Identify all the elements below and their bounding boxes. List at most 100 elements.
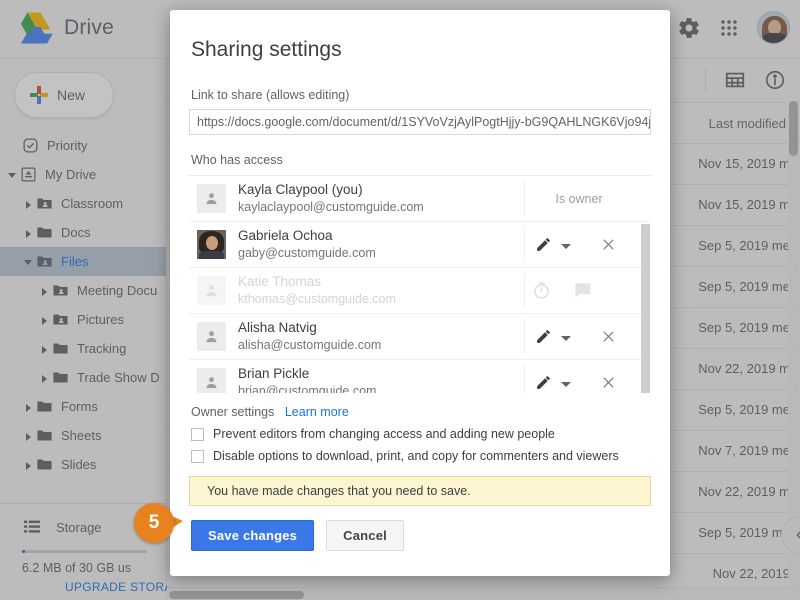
checkbox-label: Prevent editors from changing access and… [213,427,555,441]
sidebar-item-label: Forms [61,399,98,414]
view-controls [705,68,786,92]
chevron-right-icon[interactable] [22,198,34,210]
checkbox-row-disable-download[interactable]: Disable options to download, print, and … [191,449,670,463]
header-actions [677,11,790,44]
sidebar-item-label: Trade Show D [77,370,160,385]
person-info: Gabriela Ochoa gaby@customguide.com [238,228,531,261]
list-item[interactable]: Brian Pickle brian@customguide.com [189,360,651,393]
drive-brand[interactable]: Drive [14,10,114,46]
row-date: Sep 5, 2019 me [698,402,790,417]
chevron-right-icon[interactable] [22,227,34,239]
vertical-scrollbar[interactable] [788,100,799,586]
sidebar-item-my-drive[interactable]: My Drive [0,160,166,189]
person-icon [197,368,226,393]
grid-view-icon[interactable] [724,69,746,91]
person-info: Brian Pickle brian@customguide.com [238,366,531,393]
close-icon[interactable] [597,234,619,256]
person-info: Kayla Claypool (you) kaylaclaypool@custo… [238,182,533,215]
shared-folder-icon [53,285,68,296]
folder-icon [37,401,52,412]
sidebar-item-pictures[interactable]: Pictures [0,305,166,334]
shared-folder-icon [37,198,52,209]
sidebar-item-tracking[interactable]: Tracking [0,334,166,363]
app-title: Drive [64,16,115,39]
sidebar-item-sheets[interactable]: Sheets [0,421,166,450]
chevron-down-icon[interactable] [559,376,573,390]
sidebar-item-files[interactable]: Files [0,247,166,276]
checkbox-disable-download[interactable] [191,449,204,463]
person-name: Brian Pickle [238,366,310,381]
person-actions [531,280,651,302]
sidebar-item-label: My Drive [45,167,97,182]
list-item[interactable]: Katie Thomas kthomas@customguide.com [189,268,651,314]
chevron-down-icon[interactable] [22,256,34,268]
sidebar-item-slides[interactable]: Slides [0,450,166,479]
sidebar-item-meeting-documents[interactable]: Meeting Docu [0,276,166,305]
pencil-icon[interactable] [531,233,555,257]
person-icon [197,276,226,305]
list-item[interactable]: Alisha Natvig alisha@customguide.com [189,314,651,360]
shared-folder-icon [53,314,68,325]
person-info: Alisha Natvig alisha@customguide.com [238,320,531,353]
cancel-button[interactable]: Cancel [326,520,404,551]
chevron-down-icon[interactable] [559,238,573,252]
info-icon[interactable] [764,69,786,91]
list-item[interactable]: Kayla Claypool (you) kaylaclaypool@custo… [189,176,651,222]
checkbox-prevent-editors[interactable] [191,427,204,441]
chevron-down-icon[interactable] [559,330,573,344]
chevron-right-icon[interactable] [38,343,50,355]
owner-settings: Owner settings Learn more Prevent editor… [191,405,670,463]
sidebar-item-label: Meeting Docu [77,283,158,298]
horizontal-scrollbar-thumb [169,591,304,599]
chevron-right-icon[interactable] [22,401,34,413]
dialog-actions: Save changes Cancel [191,520,670,551]
learn-more-link[interactable]: Learn more [285,405,349,419]
share-link-input[interactable]: https://docs.google.com/document/d/1SYVo… [189,109,651,135]
chevron-right-icon[interactable] [38,285,50,297]
vertical-scrollbar-thumb[interactable] [789,101,798,156]
sidebar-item-forms[interactable]: Forms [0,392,166,421]
callout-number: 5 [134,503,174,543]
avatar[interactable] [757,11,790,44]
row-date: Sep 5, 2019 me [698,238,790,253]
row-date: Nov 22, 2019 m [698,361,790,376]
person-email: kaylaclaypool@customguide.com [238,200,424,214]
new-button-label: New [57,87,86,103]
person-name: Alisha Natvig [238,320,317,335]
new-button[interactable]: New [14,72,114,118]
person-info: Katie Thomas kthomas@customguide.com [238,274,531,307]
sidebar-item-priority[interactable]: Priority [0,131,166,160]
upgrade-storage-link[interactable]: UPGRADE STORAGE [65,580,190,594]
close-icon[interactable] [597,326,619,348]
access-list-scrollbar[interactable] [640,176,651,393]
row-date: Sep 5, 2019 me [698,279,790,294]
sidebar-item-docs[interactable]: Docs [0,218,166,247]
sidebar-item-label: Docs [61,225,91,240]
list-item[interactable]: Gabriela Ochoa gaby@customguide.com [189,222,651,268]
apps-grid-icon[interactable] [717,16,741,40]
person-email: kthomas@customguide.com [238,292,396,306]
gear-icon[interactable] [677,16,701,40]
comment-icon [573,280,595,302]
who-has-access-label: Who has access [191,153,283,167]
horizontal-scrollbar[interactable] [167,587,800,600]
close-icon[interactable] [597,372,619,394]
chevron-right-icon[interactable] [38,372,50,384]
person-actions [531,325,651,349]
save-changes-button[interactable]: Save changes [191,520,315,551]
chevron-right-icon[interactable] [22,430,34,442]
pencil-icon[interactable] [531,325,555,349]
pencil-icon[interactable] [531,371,555,394]
chevron-right-icon[interactable] [38,314,50,326]
chevron-right-icon[interactable] [22,459,34,471]
folder-icon [37,430,52,441]
access-list-scrollbar-thumb[interactable] [641,224,650,393]
sidebar-item-trade-show[interactable]: Trade Show D [0,363,166,392]
column-last-modified[interactable]: Last modified [709,116,786,131]
screen: Drive New Priority My Drive Classroom Do… [0,0,800,600]
person-email: alisha@customguide.com [238,338,382,352]
sidebar-item-label: Priority [47,138,88,153]
checkbox-row-prevent-editors[interactable]: Prevent editors from changing access and… [191,427,670,441]
sidebar-item-classroom[interactable]: Classroom [0,189,166,218]
chevron-down-icon[interactable] [6,169,18,181]
